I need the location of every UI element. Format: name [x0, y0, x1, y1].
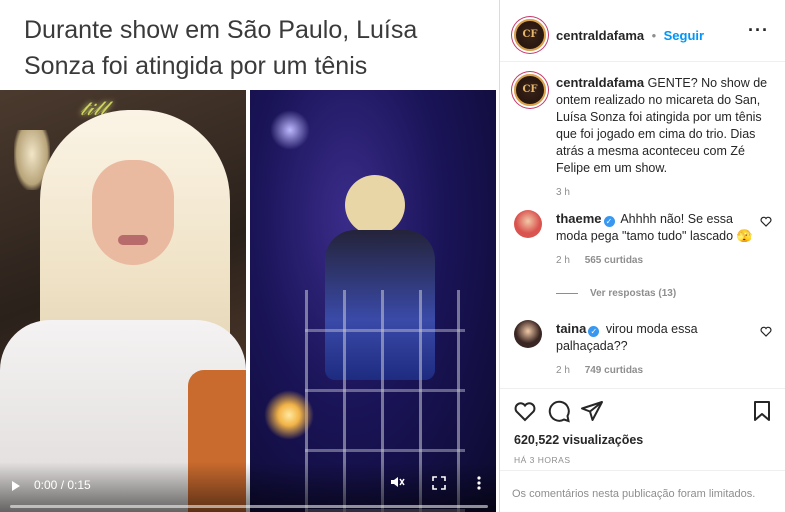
- caption-username[interactable]: centraldafama: [556, 75, 644, 90]
- comment-meta: 2 h 749 curtidas: [556, 365, 756, 376]
- comment-username[interactable]: taina: [556, 321, 586, 336]
- follow-button[interactable]: Seguir: [664, 28, 704, 43]
- views-count[interactable]: 620,522 visualizações: [514, 433, 643, 447]
- post-actions-bar: [500, 388, 785, 432]
- comment-likes[interactable]: 565 curtidas: [585, 255, 643, 266]
- comment-body: thaeme ✓ Ahhhh não! Se essa moda pega "ta…: [556, 210, 756, 266]
- comment-likes[interactable]: 749 curtidas: [585, 365, 643, 376]
- verified-badge-icon: ✓: [588, 326, 600, 337]
- more-vertical-icon[interactable]: [468, 474, 490, 496]
- caption: centraldafama GENTE? No show de ontem re…: [556, 74, 771, 198]
- face-shape: [92, 160, 174, 265]
- view-replies-link[interactable]: Ver respostas (13): [556, 288, 676, 299]
- video-time: 0:00 / 0:15: [34, 478, 91, 492]
- video-controls: 0:00 / 0:15: [0, 462, 500, 512]
- photo-luisa-sonza: 𝓉𝒾𝓁𝓁: [0, 90, 246, 512]
- spotlight: [264, 390, 314, 440]
- comment-body: taina ✓ virou moda essa palhaçada?? 2 h 7…: [556, 320, 756, 376]
- comment-time: 2 h: [556, 255, 570, 266]
- comment-text-block: thaeme ✓ Ahhhh não! Se essa moda pega "ta…: [556, 210, 756, 245]
- post-media[interactable]: Durante show em São Paulo, Luísa Sonza f…: [0, 0, 500, 512]
- caption-meta: 3 h: [556, 187, 771, 198]
- post-header: centraldafama • Seguir ···: [500, 0, 785, 62]
- comment-like-heart-icon[interactable]: [760, 216, 772, 230]
- mute-icon[interactable]: [386, 474, 408, 496]
- caption-time: 3 h: [556, 187, 570, 198]
- comments-scroll-area[interactable]: centraldafama GENTE? No show de ontem re…: [500, 62, 785, 387]
- comment-meta: 2 h 565 curtidas: [556, 255, 756, 266]
- comment-avatar[interactable]: [514, 210, 542, 238]
- save-icon[interactable]: [750, 399, 774, 423]
- singer-hair-shape: [345, 175, 405, 235]
- lips-shape: [118, 235, 148, 245]
- comment-avatar[interactable]: [514, 320, 542, 348]
- comment-like-heart-icon[interactable]: [760, 326, 772, 340]
- comments-limited-notice: Os comentários nesta publicação foram li…: [500, 470, 785, 512]
- post-sidebar: centraldafama • Seguir ··· centraldafama…: [500, 0, 785, 512]
- share-icon[interactable]: [580, 399, 604, 423]
- avatar[interactable]: [514, 19, 546, 51]
- post-headline: Durante show em São Paulo, Luísa Sonza f…: [24, 16, 418, 80]
- video-progress-bar[interactable]: [10, 505, 488, 508]
- more-options-icon[interactable]: ···: [748, 20, 769, 41]
- header-username[interactable]: centraldafama: [556, 28, 644, 43]
- comments-limited-text: Os comentários nesta publicação foram li…: [512, 488, 756, 500]
- comment-username[interactable]: thaeme: [556, 211, 602, 226]
- heart-icon[interactable]: [513, 399, 537, 423]
- posted-time: HÁ 3 HORAS: [514, 455, 571, 465]
- play-icon[interactable]: [12, 481, 20, 491]
- header-separator: •: [651, 28, 657, 43]
- header-user-line: centraldafama • Seguir: [556, 27, 704, 45]
- comment-icon[interactable]: [547, 399, 571, 423]
- caption-text: GENTE? No show de ontem realizado no mic…: [556, 76, 768, 175]
- caption-text-block: centraldafama GENTE? No show de ontem re…: [556, 74, 771, 177]
- caption-avatar[interactable]: [514, 74, 546, 106]
- fullscreen-icon[interactable]: [428, 474, 450, 496]
- photo-stage: [250, 90, 496, 512]
- verified-badge-icon: ✓: [603, 216, 615, 227]
- comment-text-block: taina ✓ virou moda essa palhaçada??: [556, 320, 756, 355]
- comment-time: 2 h: [556, 365, 570, 376]
- stage-light: [270, 110, 310, 150]
